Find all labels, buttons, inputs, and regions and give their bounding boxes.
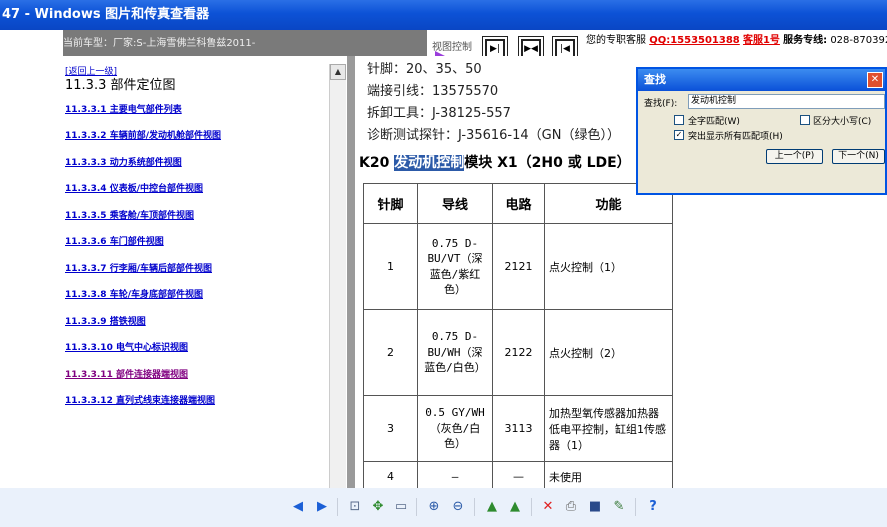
cell-function: 加热型氧传感器加热器低电平控制，缸组1传感器（1） [544, 395, 673, 462]
current-car-label: 当前车型：厂家:S-上海雪佛兰科鲁兹2011- [63, 38, 256, 49]
window-title: 47 - Windows 图片和传真查看器 [2, 7, 210, 22]
hotline-label: 服务专线: [783, 35, 828, 46]
cell-pin: 1 [363, 223, 418, 310]
viewer-toolbar: ◀ ▶ ⊡ ✥ ▭ ⊕ ⊖ ▲ ▲ ✕ ⎙ ■ ✎ ? [0, 488, 887, 527]
doc-line-terminal: 端接引线：13575570 [367, 84, 499, 99]
slideshow-icon[interactable]: ▭ [392, 498, 410, 516]
edit-icon[interactable]: ✎ [610, 498, 628, 516]
header-circuit: 电路 [492, 183, 545, 224]
table-row: 1 0.75 D-BU/VT（深蓝色/紫红色） 2121 点火控制（1） [363, 223, 673, 310]
table-row: 2 0.75 D-BU/WH（深蓝色/白色） 2122 点火控制（2） [363, 309, 673, 396]
close-icon[interactable]: ✕ [867, 72, 883, 88]
actual-size-icon[interactable]: ✥ [369, 498, 387, 516]
find-next-button[interactable]: 下一个(N) [832, 149, 885, 164]
nav-link-10[interactable]: 11.3.3.10 电气中心标识视图 [65, 340, 188, 353]
match-case-label: 区分大小写(C) [813, 117, 872, 127]
scroll-up-icon[interactable]: ▲ [330, 64, 346, 80]
toolbar-separator [531, 498, 532, 516]
cell-wire: — [417, 461, 493, 488]
header-pin: 针脚 [363, 183, 418, 224]
nav-link-3[interactable]: 11.3.3.3 动力系统部件视图 [65, 155, 182, 168]
nav-link-12[interactable]: 11.3.3.12 直列式线束连接器端视图 [65, 393, 215, 406]
nav-link-1[interactable]: 11.3.3.1 主要电气部件列表 [65, 102, 182, 115]
next-image-icon[interactable]: ▶ [313, 498, 331, 516]
find-dialog: 查找 ✕ 查找(F): 发动机控制 全字匹配(W) 区分大小写(C) ✓ 突出显… [636, 67, 887, 195]
table-header-row: 针脚 导线 电路 功能 [363, 183, 673, 224]
nav-link-2[interactable]: 11.3.3.2 车辆前部/发动机舱部件视图 [65, 128, 221, 141]
match-case-checkbox[interactable] [800, 115, 810, 125]
nav-scrollbar[interactable]: ▲ [329, 64, 346, 488]
car-info-bar: 当前车型：厂家:S-上海雪佛兰科鲁兹2011- [63, 30, 427, 56]
highlight-all-checkbox[interactable]: ✓ [674, 130, 684, 140]
cell-wire: 0.75 D-BU/VT（深蓝色/紫红色） [417, 223, 493, 310]
best-fit-icon[interactable]: ⊡ [346, 498, 364, 516]
cell-circuit: — [492, 461, 545, 488]
cell-pin: 3 [363, 395, 418, 462]
rotate-clockwise-icon[interactable]: ▲ [483, 498, 501, 516]
toolbar-separator [635, 498, 636, 516]
nav-link-4[interactable]: 11.3.3.4 仪表板/中控台部件视图 [65, 181, 203, 194]
print-icon[interactable]: ⎙ [562, 498, 580, 516]
nav-heading: 11.3.3 部件定位图 [65, 78, 176, 93]
cell-wire: 0.75 D-BU/WH（深蓝色/白色） [417, 309, 493, 396]
nav-link-5[interactable]: 11.3.3.5 乘客舱/车顶部件视图 [65, 208, 194, 221]
help-icon[interactable]: ? [644, 498, 662, 516]
find-prev-button[interactable]: 上一个(P) [766, 149, 823, 164]
find-label: 查找(F): [644, 99, 678, 109]
delete-icon[interactable]: ✕ [539, 498, 557, 516]
zoom-in-icon[interactable]: ⊕ [425, 498, 443, 516]
cell-wire: 0.5 GY/WH（灰色/白色） [417, 395, 493, 462]
highlight-all-label: 突出显示所有匹配项(H) [688, 132, 783, 142]
panel-divider[interactable] [347, 56, 355, 488]
find-input[interactable]: 发动机控制 [688, 94, 885, 109]
table-row: 3 0.5 GY/WH（灰色/白色） 3113 加热型氧传感器加热器低电平控制，… [363, 395, 673, 462]
doc-line-tool: 拆卸工具：J-38125-557 [367, 106, 511, 121]
save-icon[interactable]: ■ [586, 498, 604, 516]
find-dialog-title-bar[interactable]: 查找 ✕ [638, 69, 885, 91]
search-highlight: 发动机控制 [394, 155, 465, 171]
pin-table: 针脚 导线 电路 功能 1 0.75 D-BU/VT（深蓝色/紫红色） 2121… [363, 183, 673, 488]
whole-word-checkbox[interactable] [674, 115, 684, 125]
cell-function: 未使用 [544, 461, 673, 488]
hotline-number: 028-87039205 [830, 35, 887, 46]
nav-link-11[interactable]: 11.3.3.11 部件连接器端视图 [65, 367, 188, 380]
cell-circuit: 3113 [492, 395, 545, 462]
cell-circuit: 2122 [492, 309, 545, 396]
cell-function: 点火控制（1） [544, 223, 673, 310]
nav-link-8[interactable]: 11.3.3.8 车轮/车身底部部件视图 [65, 287, 203, 300]
find-dialog-title: 查找 [644, 73, 666, 86]
toolbar-separator [474, 498, 475, 516]
cell-function: 点火控制（2） [544, 309, 673, 396]
heading-prefix: K20 [359, 155, 395, 171]
whole-word-label: 全字匹配(W) [688, 117, 740, 127]
nav-link-6[interactable]: 11.3.3.6 车门部件视图 [65, 234, 164, 247]
qq-link[interactable]: QQ:1553501388 [649, 35, 740, 46]
cell-circuit: 2121 [492, 223, 545, 310]
table-row: 4 — — 未使用 [363, 461, 673, 488]
kefu-link[interactable]: 客服1号 [743, 35, 780, 46]
nav-link-9[interactable]: 11.3.3.9 搭铁视图 [65, 314, 146, 327]
doc-line-probe: 诊断测试探针：J-35616-14（GN（绿色）） [367, 128, 620, 143]
doc-section-heading: K20 发动机控制模块 X1（2H0 或 LDE） [359, 152, 631, 172]
previous-image-icon[interactable]: ◀ [289, 498, 307, 516]
viewer-margin [0, 30, 63, 488]
rotate-counterclockwise-icon[interactable]: ▲ [506, 498, 524, 516]
zoom-out-icon[interactable]: ⊖ [449, 498, 467, 516]
nav-panel: [返回上一级] 11.3.3 部件定位图 11.3.3.1 主要电气部件列表 1… [63, 64, 347, 488]
toolbar-separator [416, 498, 417, 516]
cell-pin: 2 [363, 309, 418, 396]
toolbar-separator [337, 498, 338, 516]
service-prefix: 您的专职客服 [586, 35, 646, 46]
window-title-bar: 47 - Windows 图片和传真查看器 [0, 0, 887, 30]
header-wire: 导线 [417, 183, 493, 224]
doc-line-pins: 针脚：20、35、50 [367, 62, 482, 77]
cell-pin: 4 [363, 461, 418, 488]
nav-link-7[interactable]: 11.3.3.7 行李厢/车辆后部部件视图 [65, 261, 212, 274]
heading-suffix: 模块 X1（2H0 或 LDE） [464, 155, 631, 171]
